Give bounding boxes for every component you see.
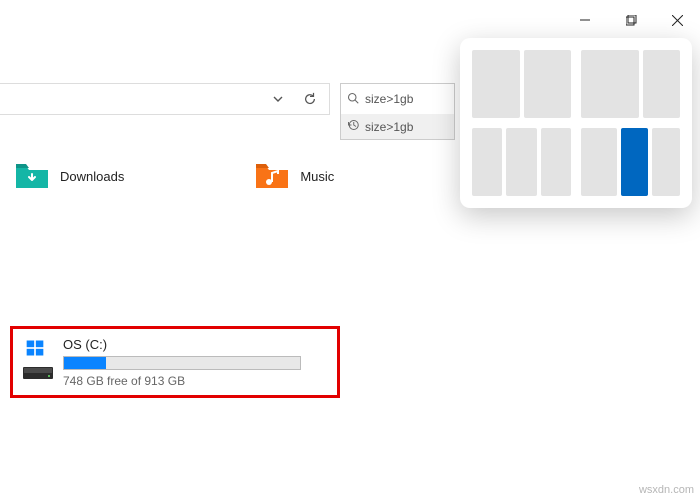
folder-label: Downloads [60, 169, 124, 184]
drive-capacity-fill [64, 357, 106, 369]
snap-layout-1[interactable] [472, 50, 571, 118]
folder-music[interactable]: Music [254, 160, 334, 193]
music-folder-icon [254, 160, 290, 193]
close-button[interactable] [654, 0, 700, 40]
snap-layouts-flyout [460, 38, 692, 208]
folder-row: Downloads Music [14, 160, 334, 193]
window-controls [562, 0, 700, 40]
drive-capacity-bar [63, 356, 301, 370]
search-input[interactable]: size>1gb [340, 83, 455, 115]
windows-logo-icon [23, 338, 53, 363]
hard-drive-icon [23, 365, 53, 386]
downloads-folder-icon [14, 160, 50, 193]
drive-info: OS (C:) 748 GB free of 913 GB [63, 337, 327, 388]
history-icon [347, 119, 359, 134]
drive-icon-stack [23, 338, 53, 386]
drive-item[interactable]: OS (C:) 748 GB free of 913 GB [10, 326, 340, 398]
search-query: size>1gb [365, 92, 413, 106]
search-icon [347, 92, 359, 107]
folder-downloads[interactable]: Downloads [14, 160, 124, 193]
snap-layout-4[interactable] [581, 128, 680, 196]
snap-layout-2[interactable] [581, 50, 680, 118]
snap-layout-3[interactable] [472, 128, 571, 196]
maximize-button[interactable] [608, 0, 654, 40]
drive-free-text: 748 GB free of 913 GB [63, 374, 327, 388]
address-bar[interactable] [0, 83, 330, 115]
chevron-down-icon[interactable] [265, 86, 291, 112]
drive-name: OS (C:) [63, 337, 327, 352]
folder-label: Music [300, 169, 334, 184]
minimize-button[interactable] [562, 0, 608, 40]
search-suggestion[interactable]: size>1gb [340, 114, 455, 140]
watermark: wsxdn.com [639, 484, 694, 496]
refresh-icon[interactable] [297, 86, 323, 112]
suggestion-text: size>1gb [365, 120, 413, 134]
